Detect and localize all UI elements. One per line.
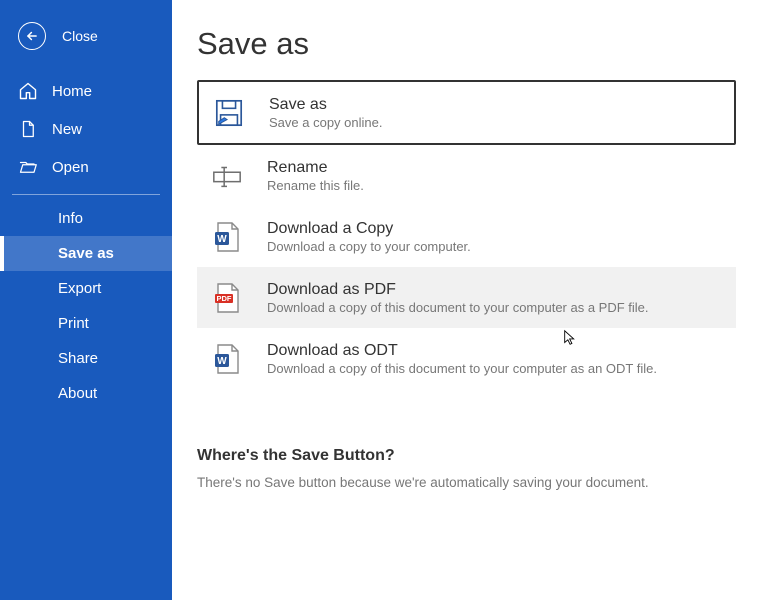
sidebar-item-label: Print — [58, 315, 89, 332]
sidebar-item-label: Save as — [58, 245, 114, 262]
sidebar-item-new[interactable]: New — [0, 110, 172, 148]
svg-text:PDF: PDF — [217, 294, 232, 303]
sidebar-item-label: Export — [58, 280, 101, 297]
close-label: Close — [62, 28, 98, 44]
option-download[interactable]: W Download a CopyDownload a copy to your … — [197, 206, 736, 267]
back-arrow-icon — [18, 22, 46, 50]
sidebar-item-label: Home — [52, 83, 92, 100]
sidebar-item-label: Info — [58, 210, 83, 227]
option-subtitle: Download a copy of this document to your… — [267, 361, 657, 376]
content-area: Save as Save asSave a copy online.Rename… — [172, 0, 764, 510]
sidebar-item-info[interactable]: Info — [0, 201, 172, 236]
option-saveas[interactable]: Save asSave a copy online. — [197, 80, 736, 145]
option-subtitle: Download a copy of this document to your… — [267, 300, 649, 315]
folder-open-icon — [18, 157, 38, 177]
pdf-icon: PDF — [211, 282, 243, 314]
option-title: Save as — [269, 96, 382, 114]
option-title: Download as ODT — [267, 342, 657, 360]
save-options-list: Save asSave a copy online.RenameRename t… — [197, 80, 736, 389]
sidebar-divider — [12, 194, 160, 195]
sidebar-item-open[interactable]: Open — [0, 148, 172, 186]
sidebar-item-label: Open — [52, 159, 89, 176]
sidebar-item-label: About — [58, 385, 97, 402]
page-title: Save as — [197, 26, 736, 62]
help-title: Where's the Save Button? — [197, 447, 736, 465]
sidebar-item-print[interactable]: Print — [0, 306, 172, 341]
option-pdf[interactable]: PDF Download as PDFDownload a copy of thi… — [197, 267, 736, 328]
file-icon — [18, 119, 38, 139]
option-title: Download as PDF — [267, 281, 649, 299]
close-button[interactable]: Close — [0, 18, 172, 72]
option-rename[interactable]: RenameRename this file. — [197, 145, 736, 206]
option-odt[interactable]: W Download as ODTDownload a copy of this … — [197, 328, 736, 389]
option-subtitle: Save a copy online. — [269, 115, 382, 130]
option-title: Rename — [267, 159, 364, 177]
option-title: Download a Copy — [267, 220, 471, 238]
backstage-sidebar: Close Home New Open Info Save as Export Print… — [0, 0, 172, 600]
svg-text:W: W — [217, 234, 227, 245]
sidebar-item-saveas[interactable]: Save as — [0, 236, 172, 271]
rename-icon — [211, 160, 243, 192]
option-subtitle: Download a copy to your computer. — [267, 239, 471, 254]
sidebar-item-about[interactable]: About — [0, 376, 172, 411]
sidebar-item-label: New — [52, 121, 82, 138]
save-disk-icon — [213, 97, 245, 129]
help-text: There's no Save button because we're aut… — [197, 475, 736, 490]
sidebar-item-home[interactable]: Home — [0, 72, 172, 110]
word-doc-icon: W — [211, 343, 243, 375]
sidebar-item-label: Share — [58, 350, 98, 367]
help-section: Where's the Save Button? There's no Save… — [197, 447, 736, 490]
word-doc-icon: W — [211, 221, 243, 253]
home-icon — [18, 81, 38, 101]
svg-text:W: W — [217, 356, 227, 367]
sidebar-item-share[interactable]: Share — [0, 341, 172, 376]
option-subtitle: Rename this file. — [267, 178, 364, 193]
sidebar-item-export[interactable]: Export — [0, 271, 172, 306]
